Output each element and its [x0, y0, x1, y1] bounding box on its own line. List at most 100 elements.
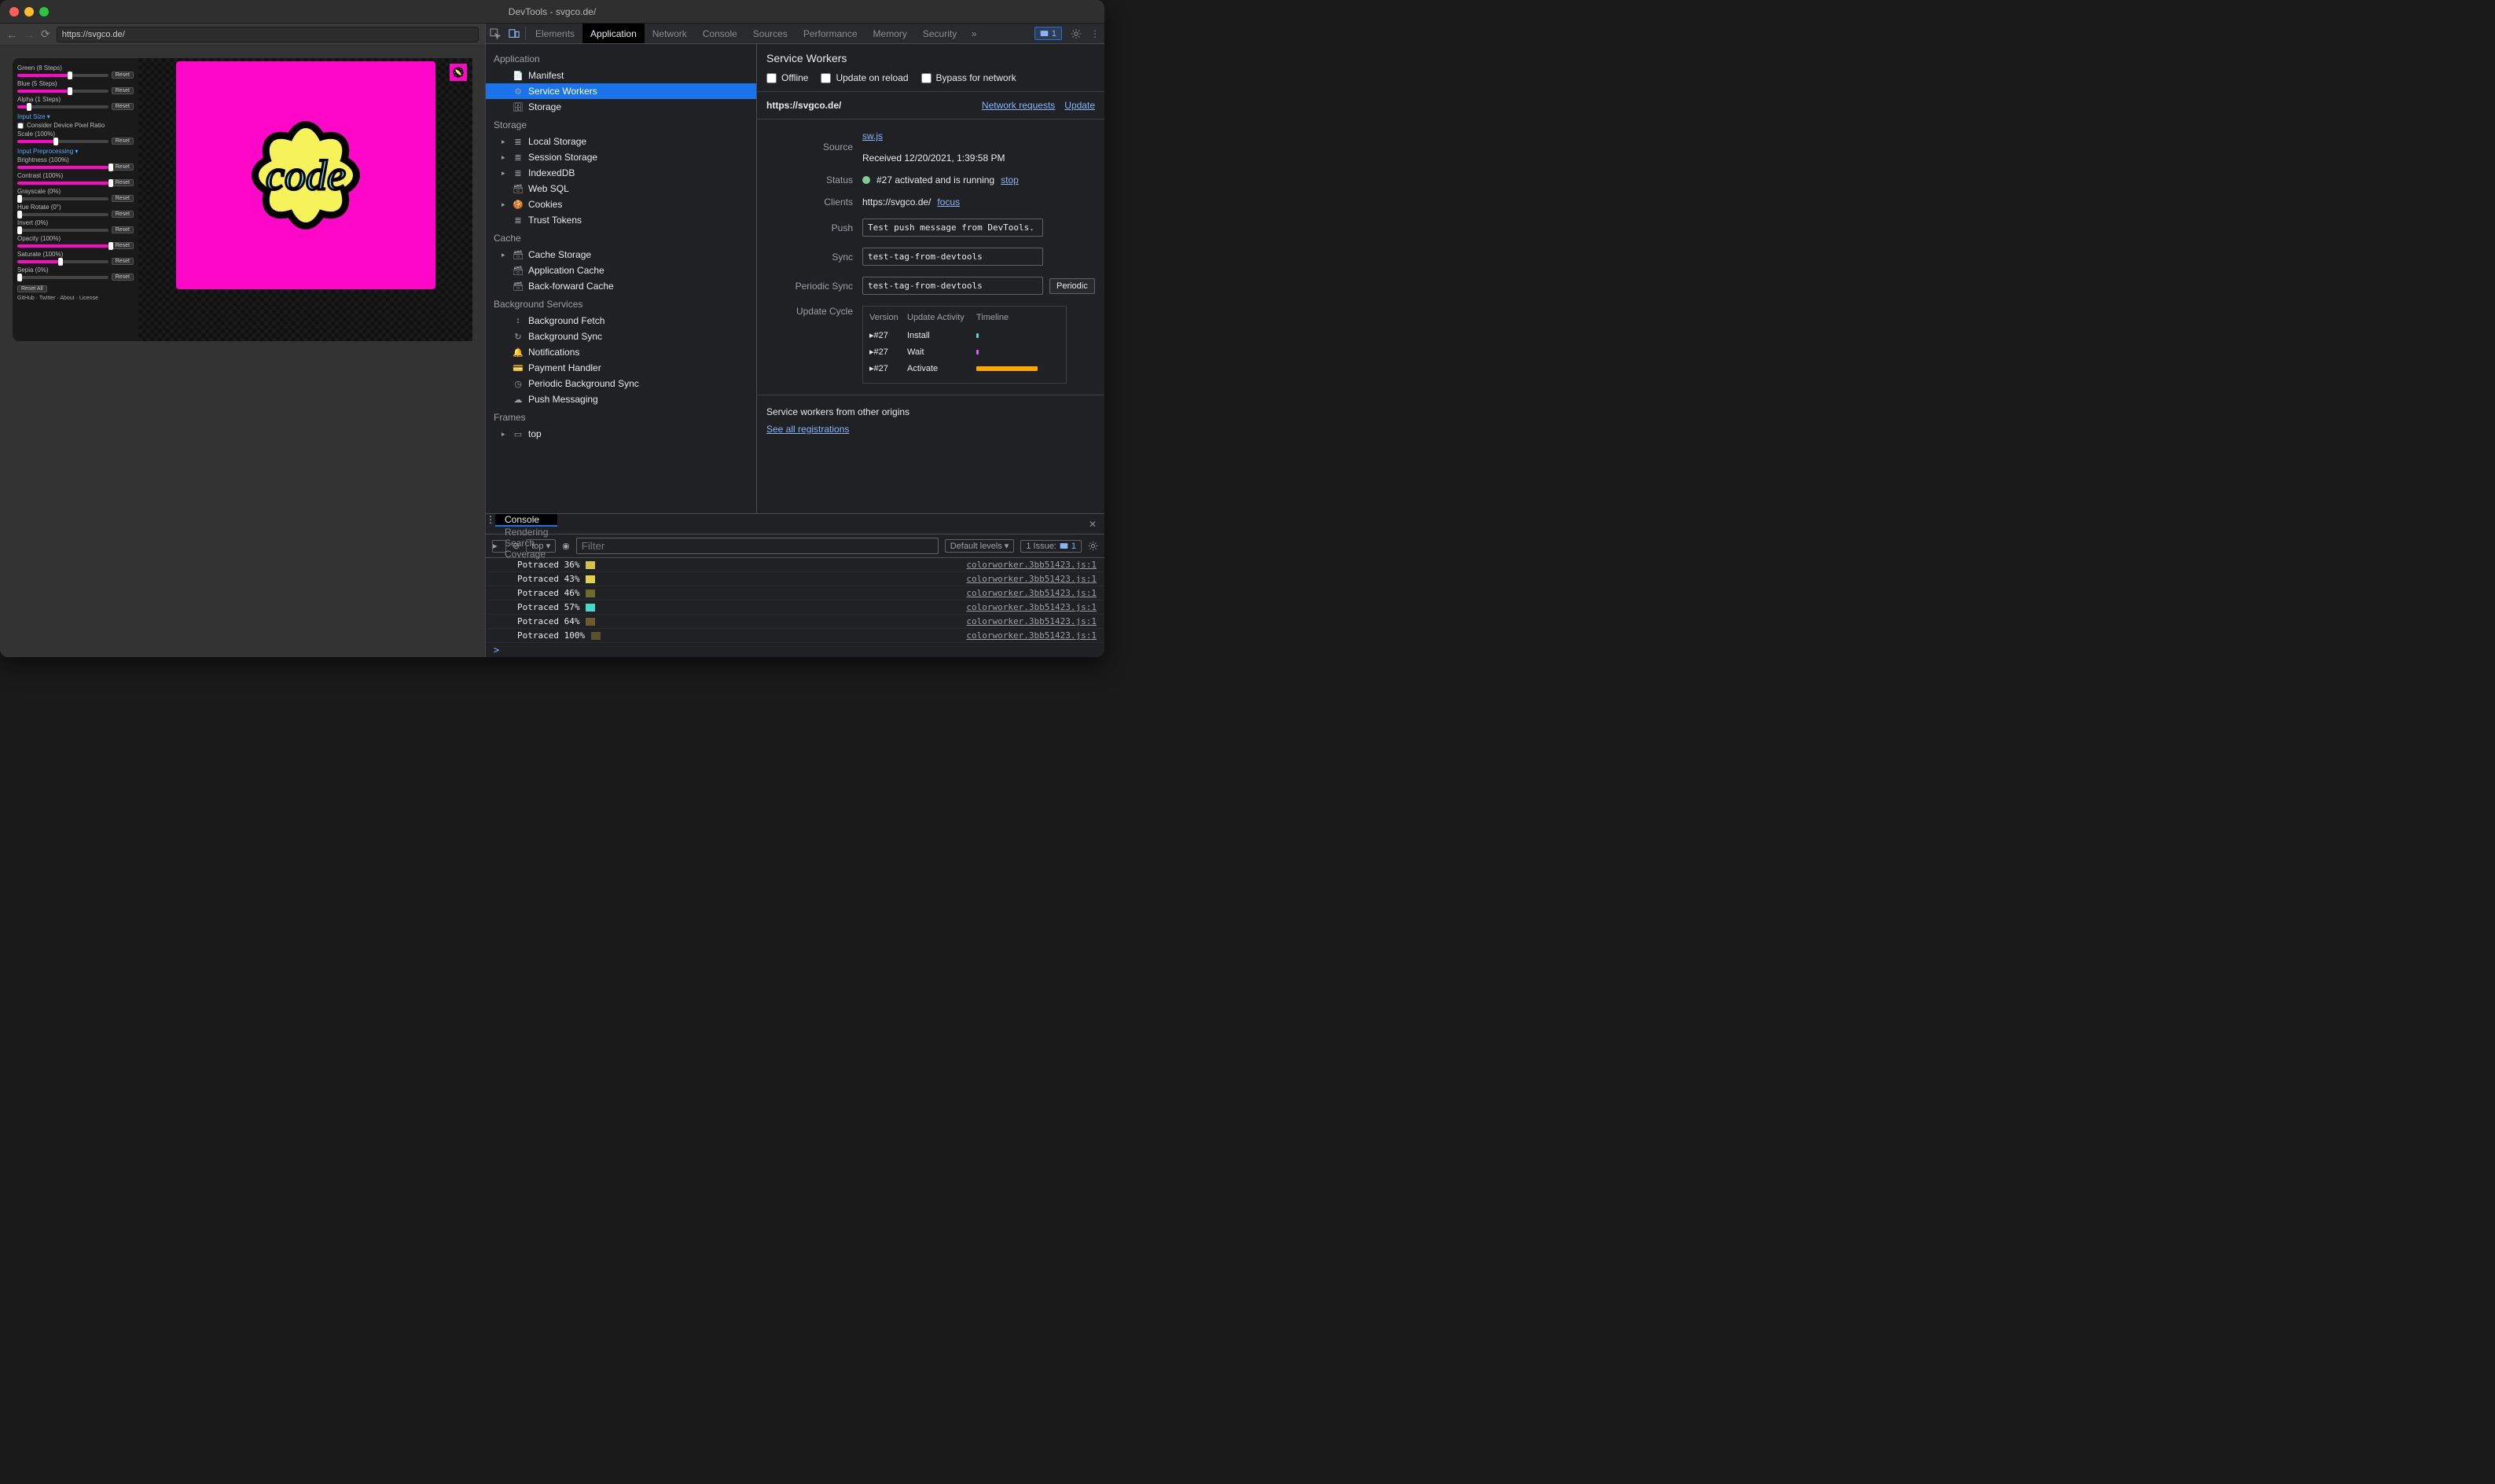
- back-button[interactable]: ←: [6, 28, 17, 41]
- tab-application[interactable]: Application: [582, 24, 645, 43]
- tree-item-local-storage[interactable]: ▸ ≣ Local Storage: [486, 134, 756, 149]
- slider[interactable]: [17, 197, 108, 200]
- tree-item-background-sync[interactable]: ↻ Background Sync: [486, 329, 756, 344]
- tree-item-manifest[interactable]: 📄 Manifest: [486, 68, 756, 83]
- run-icon[interactable]: ▸: [492, 540, 506, 553]
- context-select[interactable]: top ▾: [526, 539, 556, 553]
- tab-performance[interactable]: Performance: [796, 24, 865, 43]
- settings-icon[interactable]: [1067, 24, 1086, 43]
- reset-all-button[interactable]: Reset All: [17, 285, 47, 292]
- log-source-link[interactable]: colorworker.3bb51423.js:1: [966, 574, 1097, 584]
- drawer-kebab-icon[interactable]: ⋮: [486, 514, 495, 534]
- tree-item-periodic-background-sync[interactable]: ◷ Periodic Background Sync: [486, 376, 756, 391]
- device-toolbar-icon[interactable]: [505, 24, 524, 43]
- reset-button[interactable]: Reset: [112, 87, 134, 94]
- reset-button[interactable]: Reset: [112, 195, 134, 202]
- tree-item-indexeddb[interactable]: ▸ ≣ IndexedDB: [486, 165, 756, 181]
- tree-item-push-messaging[interactable]: ☁ Push Messaging: [486, 391, 756, 407]
- tree-item-top[interactable]: ▸ ▭ top: [486, 426, 756, 442]
- close-drawer-icon[interactable]: ✕: [1081, 514, 1104, 534]
- scale-slider[interactable]: [17, 140, 108, 143]
- log-source-link[interactable]: colorworker.3bb51423.js:1: [966, 602, 1097, 612]
- slider[interactable]: [17, 213, 108, 216]
- tree-item-cache-storage[interactable]: ▸ 🗃 Cache Storage: [486, 247, 756, 263]
- slider[interactable]: [17, 229, 108, 232]
- slider[interactable]: [17, 182, 108, 185]
- reset-button[interactable]: Reset: [112, 258, 134, 265]
- update-on-reload-checkbox[interactable]: Update on reload: [821, 72, 908, 83]
- zoom-window-button[interactable]: [39, 7, 49, 17]
- slider[interactable]: [17, 74, 108, 77]
- tree-item-notifications[interactable]: 🔔 Notifications: [486, 344, 756, 360]
- reset-button[interactable]: Reset: [112, 163, 134, 171]
- reset-button[interactable]: Reset: [112, 179, 134, 186]
- drawer-tab-rendering[interactable]: Rendering: [495, 527, 557, 538]
- reset-button[interactable]: Reset: [112, 72, 134, 79]
- tab-memory[interactable]: Memory: [865, 24, 915, 43]
- periodic-sync-input[interactable]: [862, 277, 1043, 295]
- periodic-sync-button[interactable]: Periodic: [1049, 278, 1095, 294]
- reset-button[interactable]: Reset: [112, 211, 134, 218]
- log-source-link[interactable]: colorworker.3bb51423.js:1: [966, 630, 1097, 641]
- tab-security[interactable]: Security: [915, 24, 965, 43]
- reset-button[interactable]: Reset: [112, 242, 134, 249]
- slider[interactable]: [17, 260, 108, 263]
- slider[interactable]: [17, 90, 108, 93]
- sw-source-link[interactable]: sw.js: [862, 130, 883, 141]
- tree-item-payment-handler[interactable]: 💳 Payment Handler: [486, 360, 756, 376]
- network-requests-link[interactable]: Network requests: [982, 100, 1055, 111]
- preprocessing-heading[interactable]: Input Preprocessing ▾: [17, 148, 134, 155]
- stop-link[interactable]: stop: [1001, 174, 1019, 186]
- input-size-heading[interactable]: Input Size ▾: [17, 113, 134, 120]
- tree-item-background-fetch[interactable]: ↕ Background Fetch: [486, 313, 756, 329]
- tab-elements[interactable]: Elements: [527, 24, 582, 43]
- tree-item-back-forward-cache[interactable]: 🗃 Back-forward Cache: [486, 278, 756, 294]
- tree-item-web-sql[interactable]: 🗃 Web SQL: [486, 181, 756, 197]
- tab-sources[interactable]: Sources: [745, 24, 796, 43]
- tree-item-application-cache[interactable]: 🗃 Application Cache: [486, 263, 756, 278]
- bypass-for-network-checkbox[interactable]: Bypass for network: [921, 72, 1016, 83]
- update-link[interactable]: Update: [1064, 100, 1095, 111]
- close-window-button[interactable]: [9, 7, 19, 17]
- slider[interactable]: [17, 244, 108, 248]
- issues-indicator[interactable]: 1: [1034, 27, 1062, 40]
- log-source-link[interactable]: colorworker.3bb51423.js:1: [966, 588, 1097, 598]
- drawer-tab-console[interactable]: Console: [495, 514, 557, 527]
- console-filter-input[interactable]: [576, 538, 939, 554]
- reset-button[interactable]: Reset: [112, 138, 134, 145]
- reset-button[interactable]: Reset: [112, 226, 134, 233]
- more-tabs-icon[interactable]: »: [965, 24, 983, 43]
- log-source-link[interactable]: colorworker.3bb51423.js:1: [966, 616, 1097, 626]
- tree-item-cookies[interactable]: ▸ 🍪 Cookies: [486, 197, 756, 212]
- url-input[interactable]: [57, 27, 479, 42]
- live-expression-icon[interactable]: ◉: [562, 541, 570, 551]
- kebab-menu-icon[interactable]: ⋮: [1086, 24, 1104, 43]
- console-settings-icon[interactable]: [1088, 541, 1098, 551]
- tree-item-service-workers[interactable]: ⚙ Service Workers: [486, 83, 756, 99]
- log-levels-select[interactable]: Default levels ▾: [945, 539, 1015, 553]
- inspect-element-icon[interactable]: [486, 24, 505, 43]
- consider-pixel-ratio-checkbox[interactable]: [17, 123, 24, 129]
- focus-link[interactable]: focus: [937, 197, 960, 208]
- clear-console-icon[interactable]: ⊘: [513, 541, 520, 551]
- reset-button[interactable]: Reset: [112, 274, 134, 281]
- push-input[interactable]: [862, 219, 1043, 237]
- tree-item-session-storage[interactable]: ▸ ≣ Session Storage: [486, 149, 756, 165]
- slider[interactable]: [17, 105, 108, 108]
- tree-item-trust-tokens[interactable]: ≣ Trust Tokens: [486, 212, 756, 228]
- sync-input[interactable]: [862, 248, 1043, 266]
- console-prompt[interactable]: >: [486, 643, 1104, 657]
- log-source-link[interactable]: colorworker.3bb51423.js:1: [966, 560, 1097, 570]
- slider[interactable]: [17, 166, 108, 169]
- offline-checkbox[interactable]: Offline: [766, 72, 808, 83]
- tree-item-storage[interactable]: 🗄 Storage: [486, 99, 756, 115]
- see-all-registrations-link[interactable]: See all registrations: [766, 424, 849, 435]
- reload-button[interactable]: ⟳: [41, 28, 50, 41]
- tab-console[interactable]: Console: [695, 24, 745, 43]
- minimize-window-button[interactable]: [24, 7, 34, 17]
- footer-links[interactable]: GitHub · Twitter · About · License: [17, 296, 134, 301]
- slider[interactable]: [17, 276, 108, 279]
- tab-network[interactable]: Network: [645, 24, 695, 43]
- issues-link[interactable]: 1 Issue: 1: [1020, 540, 1082, 553]
- reset-button[interactable]: Reset: [112, 103, 134, 110]
